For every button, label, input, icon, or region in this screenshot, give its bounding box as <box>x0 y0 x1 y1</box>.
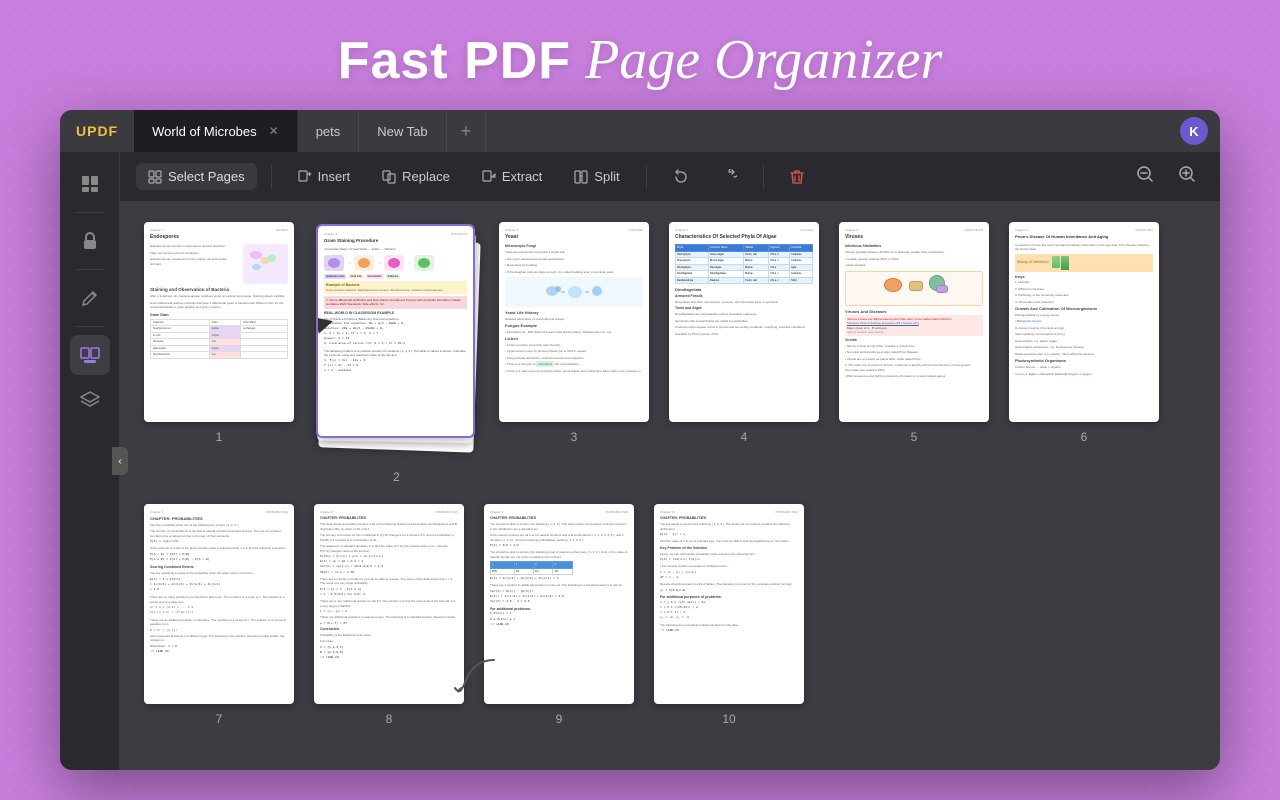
extract-label: Extract <box>502 169 542 184</box>
user-avatar[interactable]: K <box>1180 117 1208 145</box>
page-item-10: Chapter 10 PROBABILITIES CHAPTER: PROBAB… <box>654 504 804 726</box>
tab-label: New Tab <box>377 124 427 139</box>
rotate-left-button[interactable] <box>661 163 701 191</box>
page-item-8: Chapter 8 PROBABILITIES CHAPTER: PROBABI… <box>314 504 464 726</box>
toolbar: Select Pages Insert <box>120 152 1220 202</box>
page-item-4: Chapter 4 ALGAE/3 Characteristics Of Sel… <box>669 222 819 484</box>
updf-logo: UPDF <box>60 123 134 139</box>
page-grid: Chapter 1 REVIEW Endospores Endospores a… <box>120 202 1220 770</box>
app-window: UPDF World of Microbes ✕ pets New Tab + … <box>60 110 1220 770</box>
tab-new-tab[interactable]: New Tab <box>359 110 446 152</box>
page-item-3: Chapter 3 FUNGI/IBI Yeast Microscopic Fu… <box>499 222 649 484</box>
replace-button[interactable]: Replace <box>370 163 462 190</box>
hero-title: Fast PDF Page Organizer <box>338 28 943 92</box>
page-thumbnail-7[interactable]: Chapter 7 PROBABILITIES CHAPTER: PROBABI… <box>144 504 294 704</box>
layers-icon[interactable] <box>70 379 110 419</box>
page-number-5: 5 <box>911 430 918 444</box>
page-item-9: Chapter 9 PROBABILITIES CHAPTER: PROBABI… <box>484 504 634 726</box>
toolbar-divider-1 <box>271 165 272 189</box>
page-thumbnail-8[interactable]: Chapter 8 PROBABILITIES CHAPTER: PROBABI… <box>314 504 464 704</box>
page-stack-2[interactable]: ▶ Chapter 2 PATHWAYS Gram Staining Proce… <box>314 222 479 462</box>
page-item-2: ▶ Chapter 2 PATHWAYS Gram Staining Proce… <box>314 222 479 484</box>
sidebar: ‹ <box>60 152 120 770</box>
page-number-8: 8 <box>386 712 393 726</box>
page-thumbnail-9[interactable]: Chapter 9 PROBABILITIES CHAPTER: PROBABI… <box>484 504 634 704</box>
tabs-container: World of Microbes ✕ pets New Tab + <box>134 110 1180 152</box>
toolbar-left: Select Pages Insert <box>136 163 816 191</box>
page-item-7: Chapter 7 PROBABILITIES CHAPTER: PROBABI… <box>144 504 294 726</box>
page-number-7: 7 <box>216 712 223 726</box>
page-number-10: 10 <box>722 712 735 726</box>
zoom-in-button[interactable] <box>1170 161 1204 192</box>
tab-world-of-microbes[interactable]: World of Microbes ✕ <box>134 110 298 152</box>
select-pages-label: Select Pages <box>168 169 245 184</box>
sidebar-divider-1 <box>75 212 105 213</box>
page-number-2: 2 <box>393 470 400 484</box>
main-content: ‹ Select Pages <box>60 152 1220 770</box>
replace-label: Replace <box>402 169 450 184</box>
rotate-right-button[interactable] <box>709 163 749 191</box>
select-pages-button[interactable]: Select Pages <box>136 163 257 190</box>
add-tab-button[interactable]: + <box>447 110 487 152</box>
toolbar-divider-3 <box>763 165 764 189</box>
page-thumbnail-2[interactable]: ▶ Chapter 2 PATHWAYS Gram Staining Proce… <box>318 226 473 436</box>
tab-pets[interactable]: pets <box>298 110 360 152</box>
split-label: Split <box>594 169 619 184</box>
page-number-4: 4 <box>741 430 748 444</box>
page-thumbnail-1[interactable]: Chapter 1 REVIEW Endospores Endospores a… <box>144 222 294 422</box>
zoom-out-button[interactable] <box>1128 161 1162 192</box>
page-content: Select Pages Insert <box>120 152 1220 770</box>
hero-title-cursive: Page Organizer <box>585 28 942 92</box>
delete-button[interactable] <box>778 163 816 191</box>
sidebar-divider-3 <box>75 326 105 327</box>
organize-pages-icon[interactable] <box>70 335 110 375</box>
extract-button[interactable]: Extract <box>470 163 554 190</box>
page-thumbnail-3[interactable]: Chapter 3 FUNGI/IBI Yeast Microscopic Fu… <box>499 222 649 422</box>
hero-title-regular: Fast PDF <box>338 31 571 91</box>
title-bar: UPDF World of Microbes ✕ pets New Tab + … <box>60 110 1220 152</box>
page-thumbnail-6[interactable]: Chapter 6 PATHOL/BIO Prion's Disease Of … <box>1009 222 1159 422</box>
insert-button[interactable]: Insert <box>286 163 363 190</box>
tab-label: World of Microbes <box>152 124 257 139</box>
insert-label: Insert <box>318 169 351 184</box>
toolbar-divider-2 <box>646 165 647 189</box>
page-number-9: 9 <box>556 712 563 726</box>
page-thumbnail-10[interactable]: Chapter 10 PROBABILITIES CHAPTER: PROBAB… <box>654 504 804 704</box>
page-item-1: Chapter 1 REVIEW Endospores Endospores a… <box>144 222 294 484</box>
page-number-6: 6 <box>1081 430 1088 444</box>
toolbar-right <box>1128 161 1204 192</box>
sidebar-divider-2 <box>75 269 105 270</box>
page-number-1: 1 <box>216 430 223 444</box>
lock-icon[interactable] <box>70 221 110 261</box>
page-item-5: Chapter 5 VIRAL/CELLS Viruses Infectious… <box>839 222 989 484</box>
pages-thumbnail-icon[interactable] <box>70 164 110 204</box>
split-button[interactable]: Split <box>562 163 631 190</box>
page-thumbnail-4[interactable]: Chapter 4 ALGAE/3 Characteristics Of Sel… <box>669 222 819 422</box>
page-thumbnail-5[interactable]: Chapter 5 VIRAL/CELLS Viruses Infectious… <box>839 222 989 422</box>
edit-icon[interactable] <box>70 278 110 318</box>
tab-close-icon[interactable]: ✕ <box>269 124 279 138</box>
sidebar-collapse-arrow[interactable]: ‹ <box>112 447 128 475</box>
tab-label: pets <box>316 124 341 139</box>
page-number-3: 3 <box>571 430 578 444</box>
page-item-6: Chapter 6 PATHOL/BIO Prion's Disease Of … <box>1009 222 1159 484</box>
